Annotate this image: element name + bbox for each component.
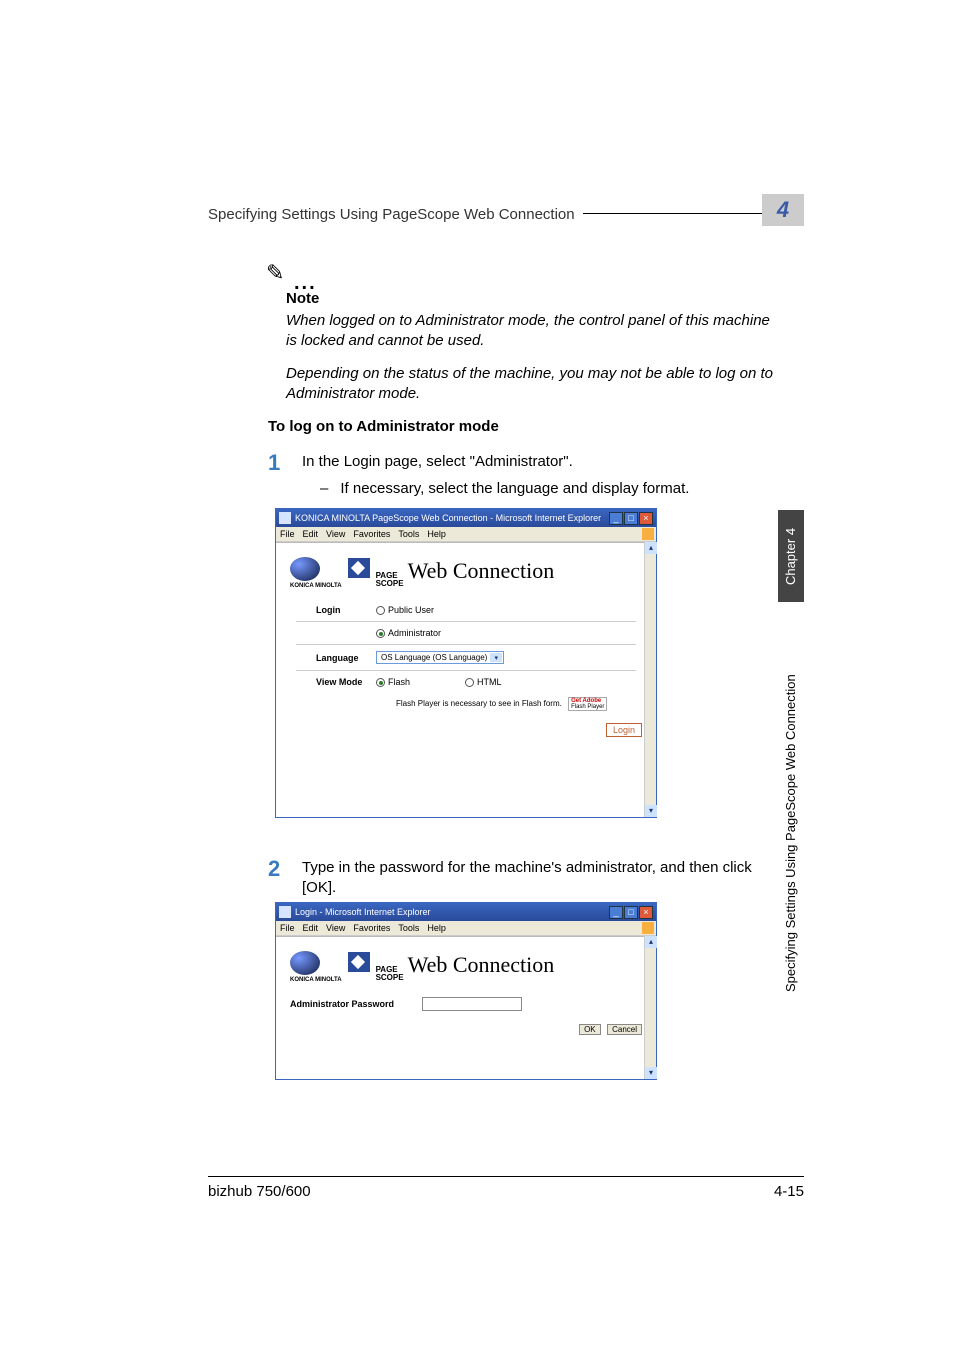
menu-file[interactable]: File bbox=[280, 529, 295, 539]
cancel-button[interactable]: Cancel bbox=[607, 1024, 642, 1035]
step-2-number: 2 bbox=[268, 858, 302, 899]
side-running-title: Specifying Settings Using PageScope Web … bbox=[778, 608, 804, 1058]
step-1-text: In the Login page, select "Administrator… bbox=[302, 452, 774, 474]
konica-minolta-logo-icon bbox=[290, 557, 320, 581]
menu-help[interactable]: Help bbox=[427, 529, 446, 539]
flash-label: Flash bbox=[388, 677, 410, 687]
window-titlebar-2: Login - Microsoft Internet Explorer _ □ … bbox=[276, 903, 656, 921]
menu-view[interactable]: View bbox=[326, 529, 345, 539]
administrator-label: Administrator bbox=[388, 628, 441, 638]
scroll-down-icon[interactable]: ▾ bbox=[645, 805, 657, 817]
note-title: Note bbox=[286, 290, 774, 307]
html-label: HTML bbox=[477, 677, 502, 687]
minimize-button[interactable]: _ bbox=[609, 906, 623, 919]
language-label: Language bbox=[296, 653, 376, 663]
chapter-tab: Chapter 4 bbox=[778, 510, 804, 602]
section-heading: To log on to Administrator mode bbox=[268, 418, 499, 435]
public-user-label: Public User bbox=[388, 605, 434, 615]
flash-radio[interactable] bbox=[376, 678, 385, 687]
footer-model: bizhub 750/600 bbox=[208, 1183, 311, 1200]
menu-file[interactable]: File bbox=[280, 923, 295, 933]
web-connection-text: Web Connection bbox=[408, 952, 555, 978]
menu-favorites[interactable]: Favorites bbox=[353, 923, 390, 933]
step-1-subitem: –If necessary, select the language and d… bbox=[320, 480, 689, 497]
minimize-button[interactable]: _ bbox=[609, 512, 623, 525]
step-1-number: 1 bbox=[268, 452, 302, 474]
admin-password-input[interactable] bbox=[422, 997, 522, 1011]
konica-minolta-brand: KONICA MINOLTA bbox=[290, 583, 342, 589]
login-button[interactable]: Login bbox=[606, 723, 642, 737]
window-title: KONICA MINOLTA PageScope Web Connection … bbox=[295, 513, 601, 523]
flash-player-note: Flash Player is necessary to see in Flas… bbox=[296, 697, 636, 711]
get-flash-player-badge[interactable]: Get AdobeFlash Player bbox=[568, 697, 607, 711]
chapter-number-box: 4 bbox=[762, 194, 804, 226]
public-user-radio[interactable] bbox=[376, 606, 385, 615]
close-button[interactable]: × bbox=[639, 906, 653, 919]
menu-bar-2: File Edit View Favorites Tools Help bbox=[276, 921, 656, 936]
html-radio[interactable] bbox=[465, 678, 474, 687]
pagescope-text: PAGESCOPE bbox=[376, 966, 404, 982]
note-paragraph-1: When logged on to Administrator mode, th… bbox=[286, 311, 774, 350]
ie-icon bbox=[279, 512, 291, 524]
pagescope-logo-icon bbox=[348, 558, 370, 578]
note-icon: ✎ bbox=[266, 260, 284, 286]
admin-password-label: Administrator Password bbox=[290, 999, 394, 1009]
login-label: Login bbox=[296, 605, 376, 615]
running-header: Specifying Settings Using PageScope Web … bbox=[208, 206, 575, 223]
pagescope-logo-icon bbox=[348, 952, 370, 972]
menu-view[interactable]: View bbox=[326, 923, 345, 933]
menu-tools[interactable]: Tools bbox=[398, 923, 419, 933]
ie-icon bbox=[279, 906, 291, 918]
scroll-up-icon[interactable]: ▴ bbox=[645, 936, 657, 948]
footer-page-number: 4-15 bbox=[774, 1183, 804, 1200]
menu-favorites[interactable]: Favorites bbox=[353, 529, 390, 539]
scrollbar[interactable]: ▴ ▾ bbox=[644, 936, 656, 1079]
dash-bullet: – bbox=[320, 480, 328, 497]
language-value: OS Language (OS Language) bbox=[381, 653, 487, 662]
note-dots: ... bbox=[294, 272, 317, 295]
scroll-down-icon[interactable]: ▾ bbox=[645, 1067, 657, 1079]
chapter-tab-label: Chapter 4 bbox=[784, 527, 799, 584]
step-2-text: Type in the password for the machine's a… bbox=[302, 858, 774, 899]
konica-minolta-logo-icon bbox=[290, 951, 320, 975]
ie-throbber-icon bbox=[642, 922, 654, 934]
close-button[interactable]: × bbox=[639, 512, 653, 525]
language-select[interactable]: OS Language (OS Language)▾ bbox=[376, 651, 504, 664]
menu-edit[interactable]: Edit bbox=[303, 529, 319, 539]
menu-bar: File Edit View Favorites Tools Help bbox=[276, 527, 656, 542]
menu-edit[interactable]: Edit bbox=[303, 923, 319, 933]
scroll-up-icon[interactable]: ▴ bbox=[645, 542, 657, 554]
note-paragraph-2: Depending on the status of the machine, … bbox=[286, 364, 774, 403]
menu-help[interactable]: Help bbox=[427, 923, 446, 933]
maximize-button[interactable]: □ bbox=[624, 512, 638, 525]
window-titlebar: KONICA MINOLTA PageScope Web Connection … bbox=[276, 509, 656, 527]
menu-tools[interactable]: Tools bbox=[398, 529, 419, 539]
login-page-screenshot: KONICA MINOLTA PageScope Web Connection … bbox=[275, 508, 657, 818]
maximize-button[interactable]: □ bbox=[624, 906, 638, 919]
konica-minolta-brand: KONICA MINOLTA bbox=[290, 977, 342, 983]
pagescope-text: PAGESCOPE bbox=[376, 572, 404, 588]
ie-throbber-icon bbox=[642, 528, 654, 540]
administrator-radio[interactable] bbox=[376, 629, 385, 638]
dropdown-arrow-icon: ▾ bbox=[490, 653, 502, 662]
window-title-2: Login - Microsoft Internet Explorer bbox=[295, 907, 431, 917]
scrollbar[interactable]: ▴ ▾ bbox=[644, 542, 656, 817]
ok-button[interactable]: OK bbox=[579, 1024, 601, 1035]
admin-password-screenshot: Login - Microsoft Internet Explorer _ □ … bbox=[275, 902, 657, 1080]
step-1-sub-text: If necessary, select the language and di… bbox=[340, 480, 689, 497]
view-mode-label: View Mode bbox=[296, 677, 376, 687]
chapter-number: 4 bbox=[777, 197, 789, 223]
web-connection-text: Web Connection bbox=[408, 558, 555, 584]
